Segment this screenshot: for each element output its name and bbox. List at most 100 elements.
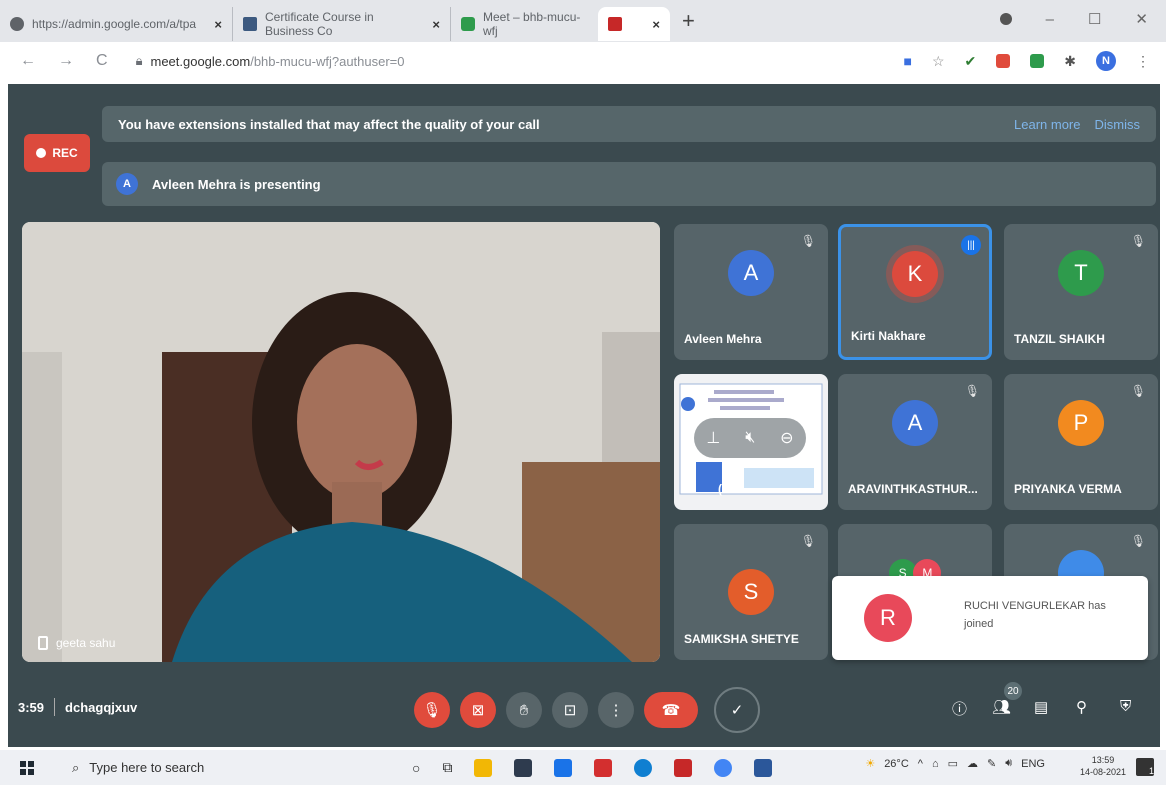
more-icon: ⋮ bbox=[608, 702, 624, 719]
cloud-icon[interactable]: ☁︎ bbox=[967, 757, 978, 770]
close-tab-icon[interactable]: × bbox=[214, 17, 222, 32]
check-icon: ✓ bbox=[730, 702, 744, 719]
chat-icon: ▤ bbox=[1034, 699, 1049, 716]
profile-icon[interactable] bbox=[999, 13, 1012, 25]
participant-name: TANZIL SHAIKH bbox=[1014, 332, 1105, 346]
menu-icon[interactable]: ⋮ bbox=[1136, 53, 1150, 70]
activities-button[interactable]: ⚲ bbox=[1076, 698, 1087, 716]
extension-grid-icon[interactable] bbox=[1030, 54, 1045, 68]
new-tab-button[interactable]: + bbox=[682, 8, 695, 34]
participant-tile[interactable]: 🎙︎ A Avleen Mehra bbox=[674, 224, 828, 360]
banner-text: You have extensions installed that may a… bbox=[118, 116, 540, 132]
browser-tab-certificate[interactable]: Certificate Course in Business Co × bbox=[232, 7, 450, 41]
close-tab-icon[interactable]: × bbox=[652, 17, 660, 32]
chevron-up-icon[interactable]: ^ bbox=[918, 758, 923, 770]
check-icon[interactable]: ✔ bbox=[965, 53, 977, 70]
reload-icon[interactable]: C bbox=[96, 52, 108, 70]
browser-tab-meet[interactable]: Meet – bhb-mucu-wfj bbox=[450, 7, 598, 41]
learn-more-link[interactable]: Learn more bbox=[1014, 117, 1080, 132]
back-icon[interactable]: ← bbox=[20, 52, 36, 70]
mcafee-icon[interactable] bbox=[674, 758, 693, 777]
url-host: meet.google.com bbox=[150, 53, 251, 69]
close-tab-icon[interactable]: × bbox=[432, 17, 440, 32]
weather-temp[interactable]: 26°C bbox=[884, 758, 909, 770]
muted-mic-icon: 🎙︎ bbox=[800, 234, 816, 248]
notification-text: RUCHI VENGURLEKAR has joined bbox=[964, 600, 1106, 630]
avatar: K bbox=[892, 250, 938, 297]
meeting-time: 3:59 bbox=[18, 699, 45, 715]
main-video-tile[interactable]: geeta sahu bbox=[22, 222, 660, 662]
participant-name: Avleen Mehra bbox=[684, 332, 762, 346]
taskbar-search[interactable]: ⌕ Type here to search bbox=[72, 760, 372, 776]
participant-name: ARAVINTHKASTHUR... bbox=[848, 482, 978, 496]
phone-icon: ☎︎ bbox=[661, 702, 681, 719]
camera-icon[interactable]: ■ bbox=[904, 53, 912, 69]
participant-tile[interactable]: 🎙︎ P PRIYANKA VERMA bbox=[1004, 374, 1158, 510]
browser-tab-active[interactable]: × bbox=[598, 7, 670, 41]
avatar: R bbox=[864, 594, 912, 642]
raise-hand-button[interactable]: ✋︎ bbox=[506, 692, 542, 728]
pin-icon[interactable] bbox=[38, 636, 48, 650]
close-window-button[interactable]: ✕ bbox=[1135, 10, 1148, 28]
mcafee-icon[interactable] bbox=[594, 758, 613, 777]
participant-tile[interactable]: 🎙︎ S SAMIKSHA SHETYE bbox=[674, 524, 828, 660]
presenting-bar[interactable]: A Avleen Mehra is presenting bbox=[102, 162, 1156, 206]
remove-icon[interactable]: ⊖ bbox=[780, 428, 793, 448]
globe-icon bbox=[10, 17, 24, 31]
info-icon: ⓘ bbox=[952, 701, 968, 718]
mute-icon[interactable]: 🔇︎ bbox=[745, 429, 755, 447]
taskbar-apps: ○ ⧉ bbox=[412, 758, 773, 777]
cortana-icon[interactable]: ○ bbox=[412, 760, 420, 776]
microphone-off-button[interactable]: 🎙︎ bbox=[414, 692, 450, 728]
recording-badge: REC bbox=[24, 134, 90, 172]
meeting-info-button[interactable]: ⓘ bbox=[952, 698, 967, 719]
browser-tab-admin[interactable]: https://admin.google.com/a/tpa × bbox=[0, 7, 232, 41]
forward-icon[interactable]: → bbox=[58, 52, 74, 70]
language-indicator[interactable]: ENG bbox=[1021, 758, 1045, 770]
windows-start-icon[interactable] bbox=[20, 760, 34, 775]
activity-button[interactable]: ✓ bbox=[714, 687, 760, 733]
file-explorer-icon[interactable] bbox=[474, 758, 493, 777]
weather-icon: ☀︎ bbox=[865, 758, 876, 770]
maximize-button[interactable]: ☐ bbox=[1088, 10, 1101, 28]
minimize-button[interactable]: – bbox=[1046, 11, 1054, 28]
pin-icon[interactable]: ⊥ bbox=[706, 428, 720, 448]
window-controls: – ☐ ✕ bbox=[999, 10, 1148, 28]
participant-tile[interactable]: 🎙︎ A ARAVINTHKASTHUR... bbox=[838, 374, 992, 510]
participant-name: PRIYANKA VERMA bbox=[1014, 482, 1122, 496]
people-button[interactable]: 👥︎ bbox=[992, 698, 1011, 716]
chrome-icon[interactable] bbox=[714, 758, 733, 777]
word-icon[interactable] bbox=[754, 758, 773, 777]
star-icon[interactable]: ☆ bbox=[932, 53, 945, 70]
extension-g-icon[interactable] bbox=[996, 54, 1011, 68]
present-button[interactable]: ⊡ bbox=[552, 692, 588, 728]
notification-center-button[interactable]: 1 bbox=[1136, 758, 1154, 776]
speaking-indicator-icon: ||| bbox=[961, 235, 981, 255]
camera-off-button[interactable]: ⊠ bbox=[460, 692, 496, 728]
taskbar-clock[interactable]: 13:59 14-08-2021 bbox=[1080, 754, 1126, 778]
more-options-button[interactable]: ⋮ bbox=[598, 692, 634, 728]
profile-avatar[interactable]: N bbox=[1096, 51, 1116, 71]
volume-icon[interactable]: 🔊︎ bbox=[1005, 757, 1012, 770]
participant-tile[interactable]: 🎙︎ T TANZIL SHAIKH bbox=[1004, 224, 1158, 360]
network-icon[interactable]: ⌂ bbox=[932, 758, 939, 770]
presentation-tile[interactable]: ⊥ 🔇︎ ⊖ (Av bbox=[674, 374, 828, 510]
task-view-icon[interactable]: ⧉ bbox=[442, 759, 452, 776]
mail-icon[interactable] bbox=[554, 758, 573, 777]
url-field[interactable]: 🔒︎ meet.google.com/bhb-mucu-wfj?authuser… bbox=[136, 53, 405, 69]
edge-icon[interactable] bbox=[634, 758, 653, 777]
address-bar: ← → C 🔒︎ meet.google.com/bhb-mucu-wfj?au… bbox=[0, 42, 1166, 80]
battery-icon[interactable]: ▭ bbox=[948, 757, 958, 770]
lock-icon: 🔒︎ bbox=[135, 53, 143, 68]
store-icon[interactable] bbox=[514, 758, 533, 777]
dismiss-link[interactable]: Dismiss bbox=[1095, 117, 1141, 132]
pen-icon[interactable]: ✎ bbox=[987, 757, 996, 770]
chat-button[interactable]: ▤ bbox=[1034, 698, 1048, 716]
leave-call-button[interactable]: ☎︎ bbox=[644, 692, 698, 728]
host-controls-button[interactable]: ⛨ bbox=[1120, 698, 1131, 715]
muted-mic-icon: 🎙︎ bbox=[800, 534, 816, 548]
nav-buttons: ← → C bbox=[20, 52, 108, 70]
meet-control-bar: 3:59 dchagqjxuv 🎙︎ ⊠ ✋︎ ⊡ ⋮ ☎︎ ✓ ⓘ 20 👥︎… bbox=[8, 676, 1160, 742]
puzzle-icon[interactable]: ✱ bbox=[1064, 53, 1076, 70]
participant-tile-active-speaker[interactable]: ||| K Kirti Nakhare bbox=[838, 224, 992, 360]
